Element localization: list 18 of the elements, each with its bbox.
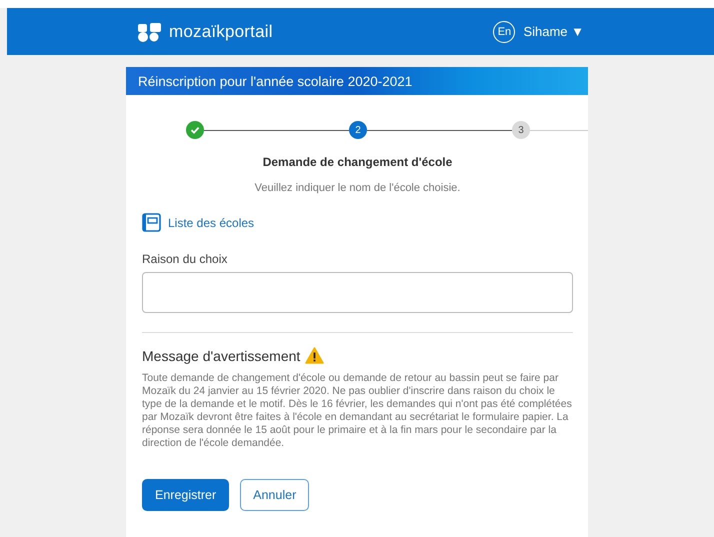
school-list-link[interactable]: Liste des écoles	[168, 216, 254, 230]
warning-message: Toute demande de changement d'école ou demande de retour au bassin peut se faire par Mozaïk du 24 janvier au 15 février 2020. Ne pas oublier d'inscrire dans raison du choix le type de la demande et le motif. Dès le 16 février, les demandes qui n'ont pas été complétées par Mozaïk devront être faites à l'école en demandant au secrétariat le formulaire papier. La réponse sera donnée le 15 août pour le primaire et à la fin mars pour le secondaire par la direction de l'école demandée.	[142, 372, 573, 450]
book-icon	[142, 213, 161, 232]
step-indicator: 3	[512, 121, 530, 139]
field-label: Raison du choix	[142, 252, 228, 266]
language-button[interactable]: En	[493, 20, 516, 42]
user-menu[interactable]: Sihame ▼	[523, 24, 584, 39]
step-indicator: 2	[349, 121, 367, 139]
banner-title: Réinscription pour l'année scolaire 2020-2021	[138, 74, 412, 88]
section-title: Demande de changement d'école	[262, 155, 454, 169]
cancel-button[interactable]: Annuler	[240, 479, 310, 511]
section-subtitle: Veuillez indiquer le nom de l'école choisie.	[254, 182, 462, 194]
logo-text: mozaïkportail	[169, 22, 273, 42]
reason-input-field[interactable]	[142, 272, 573, 313]
warning-title: Message d'avertissement	[142, 348, 300, 364]
save-button[interactable]: Enregistrer	[142, 479, 230, 511]
logo-icon	[137, 22, 163, 42]
warning-icon	[305, 347, 324, 364]
